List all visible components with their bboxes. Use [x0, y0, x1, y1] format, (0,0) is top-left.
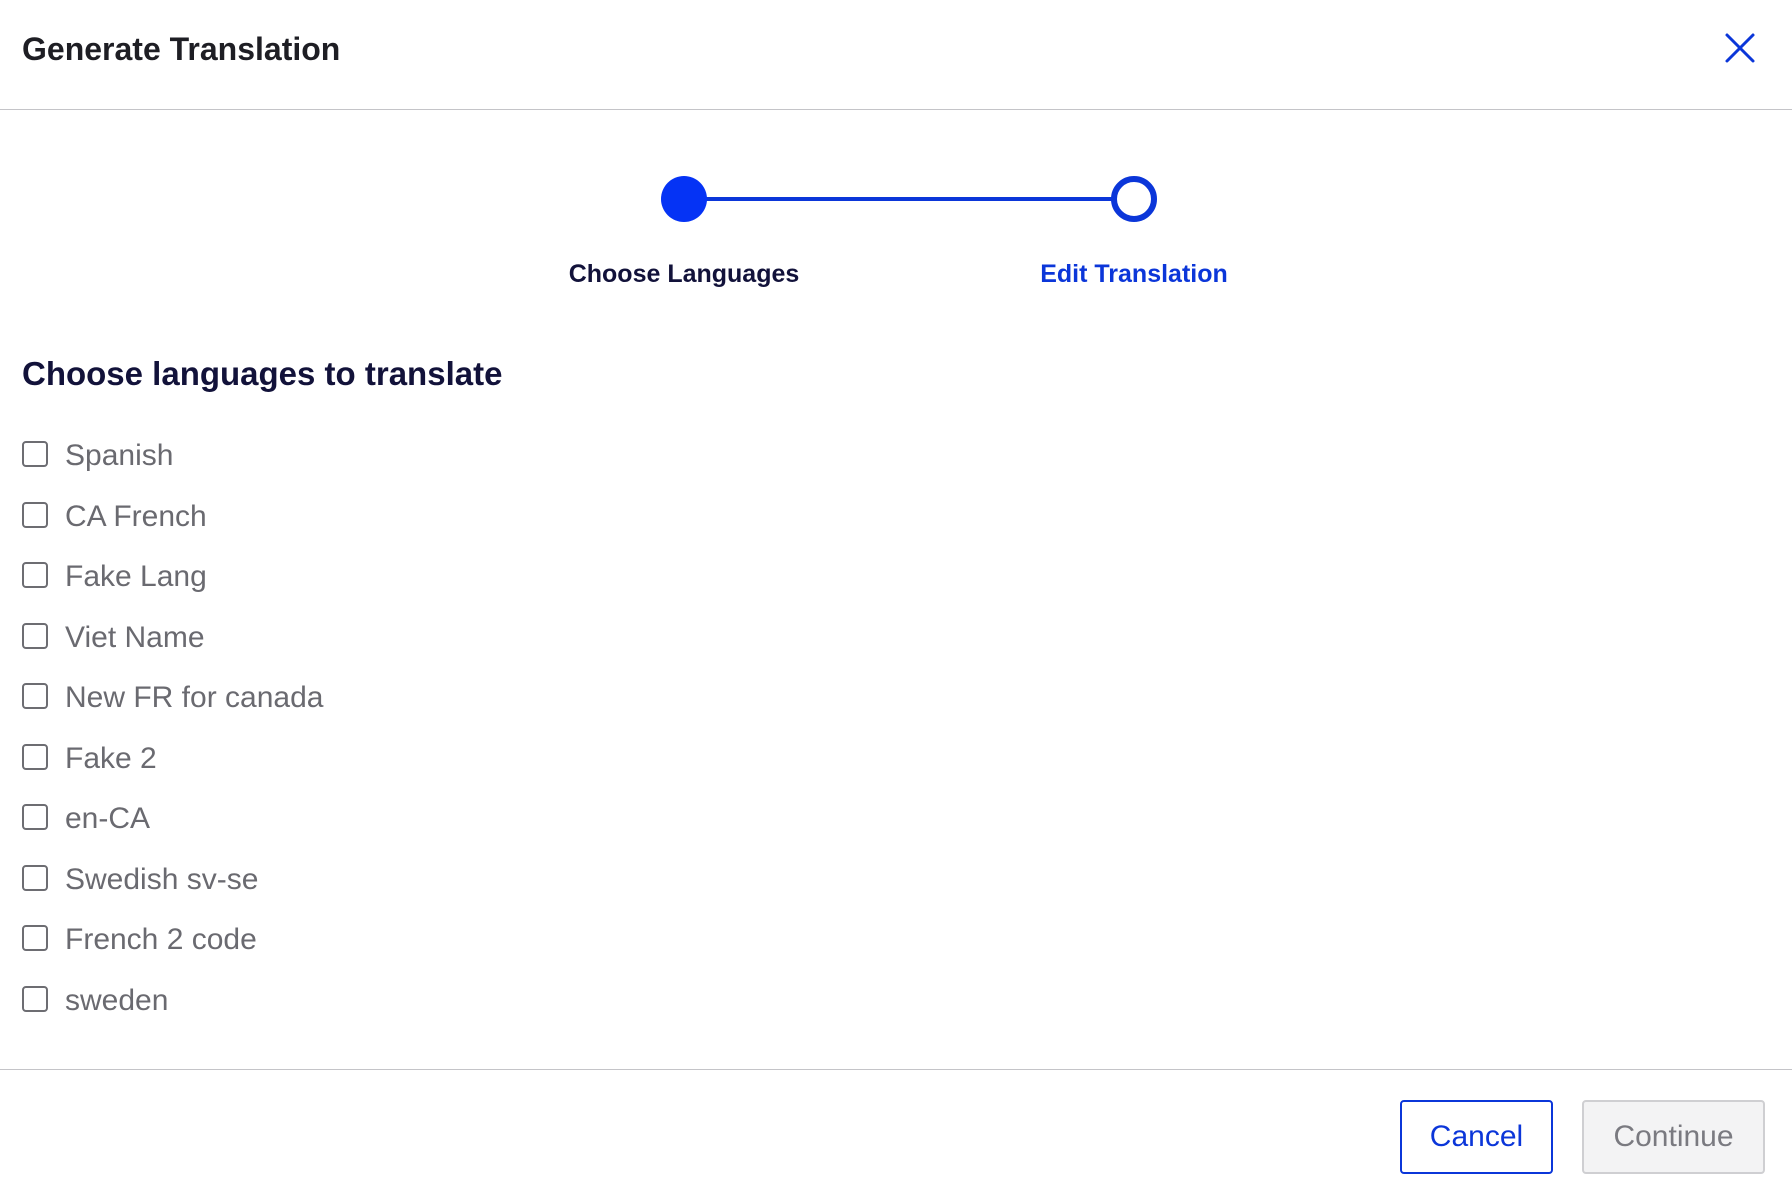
- language-option-french-2-code[interactable]: French 2 code: [22, 912, 323, 973]
- language-option-ca-french[interactable]: CA French: [22, 489, 323, 550]
- dialog-footer: Cancel Continue: [0, 1069, 1792, 1196]
- checkbox[interactable]: [22, 622, 48, 649]
- dialog-header: Generate Translation: [0, 0, 1792, 110]
- language-label: Fake 2: [65, 741, 157, 775]
- language-label: New FR for canada: [65, 681, 324, 714]
- checkbox[interactable]: [22, 441, 48, 467]
- language-label: French 2 code: [65, 923, 257, 956]
- checkbox[interactable]: [22, 501, 48, 528]
- language-option-spanish[interactable]: Spanish: [22, 428, 323, 489]
- checkbox[interactable]: [22, 985, 48, 1012]
- step-1-label: Choose Languages: [568, 260, 800, 288]
- step-2-label: Edit Translation: [1040, 260, 1228, 288]
- language-label: Spanish: [65, 439, 174, 472]
- step-2-indicator: [1111, 176, 1157, 222]
- language-label: Viet Name: [65, 620, 205, 654]
- language-label: Swedish sv-se: [65, 862, 259, 896]
- language-option-viet-name[interactable]: Viet Name: [22, 610, 323, 671]
- language-label: Fake Lang: [65, 560, 207, 593]
- continue-button[interactable]: Continue: [1582, 1100, 1765, 1174]
- checkbox[interactable]: [22, 683, 48, 709]
- language-option-fake-2[interactable]: Fake 2: [22, 731, 323, 792]
- generate-translation-dialog: Generate Translation Choose Languages Ed…: [0, 0, 1792, 1196]
- checkbox[interactable]: [22, 562, 48, 588]
- language-option-fake-lang[interactable]: Fake Lang: [22, 549, 323, 610]
- checkbox[interactable]: [22, 743, 48, 770]
- close-icon: [1725, 33, 1755, 63]
- dialog-title: Generate Translation: [22, 31, 341, 67]
- checkbox[interactable]: [22, 864, 48, 891]
- language-option-new-fr-for-canada[interactable]: New FR for canada: [22, 670, 323, 731]
- section-heading: Choose languages to translate: [22, 355, 503, 392]
- stepper-connector: [684, 197, 1134, 201]
- language-option-en-ca[interactable]: en-CA: [22, 791, 323, 852]
- language-label: sweden: [65, 983, 169, 1017]
- cancel-button[interactable]: Cancel: [1400, 1100, 1553, 1174]
- progress-stepper: Choose Languages Edit Translation: [0, 110, 1792, 310]
- language-option-swedish-sv-se[interactable]: Swedish sv-se: [22, 852, 323, 913]
- close-button[interactable]: [1718, 26, 1762, 70]
- language-label: CA French: [65, 499, 207, 533]
- step-1-indicator: [661, 176, 707, 222]
- checkbox[interactable]: [22, 925, 48, 951]
- language-label: en-CA: [65, 802, 151, 835]
- language-list: Spanish CA French Fake Lang Viet Name Ne…: [22, 428, 323, 1033]
- checkbox[interactable]: [22, 804, 48, 830]
- language-option-sweden[interactable]: sweden: [22, 973, 323, 1034]
